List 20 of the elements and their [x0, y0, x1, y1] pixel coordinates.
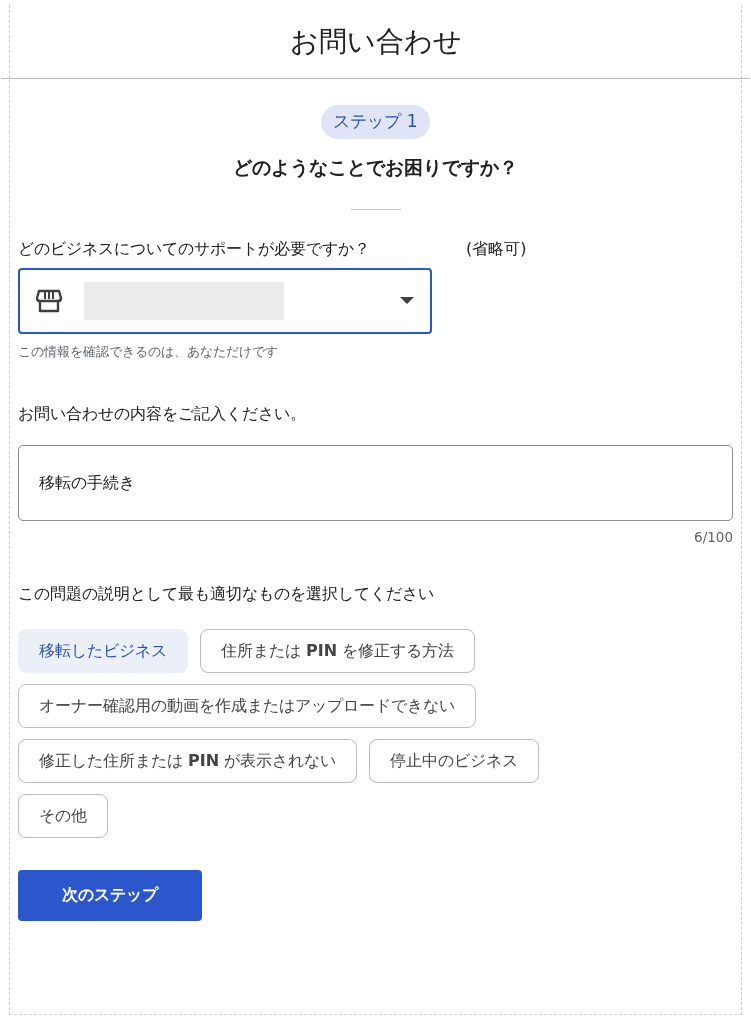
store-icon [36, 288, 62, 313]
option-chip[interactable]: 移転したビジネス [18, 628, 188, 673]
character-counter: 6/100 [694, 528, 733, 545]
business-select[interactable] [18, 267, 432, 334]
step-badge: ステップ 1 [321, 105, 430, 139]
options-question: この問題の説明として最も適切なものを選択してください [18, 582, 435, 605]
option-chip[interactable]: 住所または PIN を修正する方法 [200, 628, 476, 673]
option-chip[interactable]: オーナー確認用の動画を作成またはアップロードできない [18, 683, 476, 728]
option-chip[interactable]: 停止中のビジネス [369, 738, 540, 783]
helper-text: この情報を確認できるのは、あなただけです [18, 342, 279, 361]
next-step-button[interactable]: 次のステップ [18, 869, 202, 921]
details-field[interactable]: 移転の手続き [18, 444, 733, 521]
optional-label: (省略可) [466, 238, 527, 260]
question-heading: どのようなことでお困りですか？ [232, 154, 519, 180]
field-label: お問い合わせの内容をご記入ください。 [18, 403, 307, 426]
option-chip[interactable]: その他 [18, 793, 108, 838]
dropdown-arrow-icon [400, 297, 414, 305]
field-label: どのビジネスについてのサポートが必要ですか？ [18, 238, 371, 260]
page-title: お問い合わせ [289, 23, 462, 60]
option-chip[interactable]: 修正した住所または PIN が表示されない [18, 738, 358, 783]
